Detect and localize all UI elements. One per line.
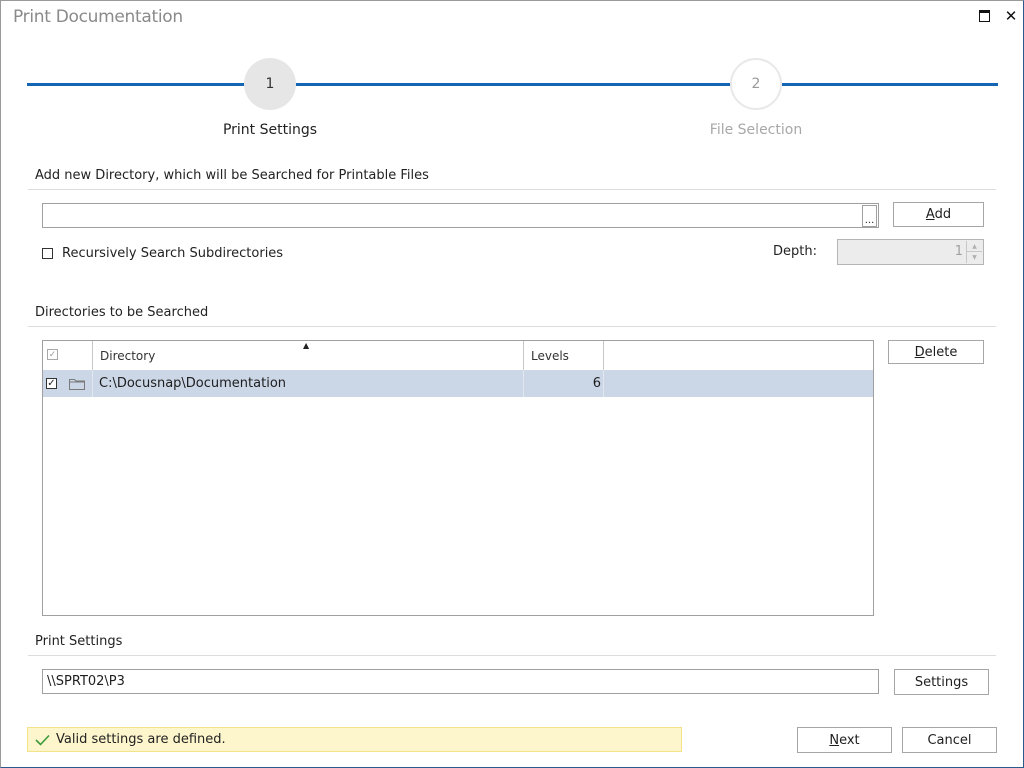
section-divider <box>28 189 996 190</box>
spin-up-icon[interactable]: ▲ <box>967 241 982 252</box>
directory-path-input[interactable]: ... <box>42 203 879 228</box>
step-2-circle: 2 <box>730 58 782 110</box>
step-line <box>296 83 731 86</box>
recursive-search-checkbox[interactable] <box>42 248 53 259</box>
spin-down-icon[interactable]: ▼ <box>967 252 982 262</box>
print-documentation-window: Print Documentation ✕ 1 2 Print Settings… <box>0 0 1024 768</box>
settings-button[interactable]: Settings <box>894 669 989 695</box>
select-all-checkbox[interactable]: ✓ <box>47 349 58 360</box>
cancel-button[interactable]: Cancel <box>902 727 997 753</box>
sort-ascending-icon: ▲ <box>303 341 310 350</box>
grid-header: ✓ Directory ▲ Levels <box>43 341 873 371</box>
close-icon: ✕ <box>1004 7 1018 25</box>
step-line <box>27 83 245 86</box>
maximize-icon <box>978 10 990 22</box>
step-1-number: 1 <box>265 76 275 92</box>
next-button-label: Next <box>829 732 860 748</box>
close-button[interactable]: ✕ <box>1002 7 1020 25</box>
table-row[interactable]: ✓ C:\Docusnap\Documentation 6 <box>43 370 873 397</box>
depth-spinner[interactable]: 1 ▲ ▼ <box>837 239 984 265</box>
section-divider <box>28 655 996 656</box>
row-checkbox[interactable]: ✓ <box>46 378 57 389</box>
checkmark-icon <box>35 734 50 746</box>
depth-value: 1 <box>954 244 963 259</box>
step-1-circle: 1 <box>244 58 296 110</box>
printer-input[interactable]: \\SPRT02\P3 <box>42 669 879 694</box>
directories-section-title: Directories to be Searched <box>35 305 209 320</box>
directories-grid[interactable]: ✓ Directory ▲ Levels ✓ C:\Docusnap\Docum… <box>42 340 874 616</box>
next-button[interactable]: Next <box>797 727 892 753</box>
window-title: Print Documentation <box>13 7 183 27</box>
section-divider <box>28 326 996 327</box>
row-checkbox-cell: ✓ <box>43 370 93 397</box>
depth-spinner-arrows[interactable]: ▲ ▼ <box>966 241 982 263</box>
directory-cell: C:\Docusnap\Documentation <box>93 370 524 397</box>
add-button-label: Add <box>925 207 952 222</box>
status-text: Valid settings are defined. <box>56 732 226 747</box>
depth-label: Depth: <box>773 244 817 259</box>
printer-value: \\SPRT02\P3 <box>47 674 125 689</box>
maximize-button[interactable] <box>975 7 993 25</box>
delete-button[interactable]: Delete <box>888 340 984 364</box>
status-banner: Valid settings are defined. <box>27 727 682 752</box>
folder-icon <box>69 379 85 390</box>
add-directory-section-title: Add new Directory, which will be Searche… <box>35 168 429 183</box>
header-levels-column[interactable]: Levels <box>524 341 604 370</box>
header-directory-column[interactable]: Directory ▲ <box>93 341 524 370</box>
print-settings-section-title: Print Settings <box>35 634 123 649</box>
step-1-label: Print Settings <box>222 122 318 138</box>
header-checkbox-column[interactable]: ✓ <box>43 341 93 370</box>
browse-ellipsis-icon: ... <box>864 215 875 226</box>
step-line <box>782 83 998 86</box>
add-button[interactable]: Add <box>893 202 984 227</box>
browse-button[interactable]: ... <box>862 205 877 227</box>
step-2-label: File Selection <box>709 122 803 138</box>
delete-button-label: Delete <box>914 344 958 360</box>
levels-cell: 6 <box>524 370 604 397</box>
recursive-search-label: Recursively Search Subdirectories <box>62 246 284 261</box>
step-2-number: 2 <box>751 76 761 92</box>
